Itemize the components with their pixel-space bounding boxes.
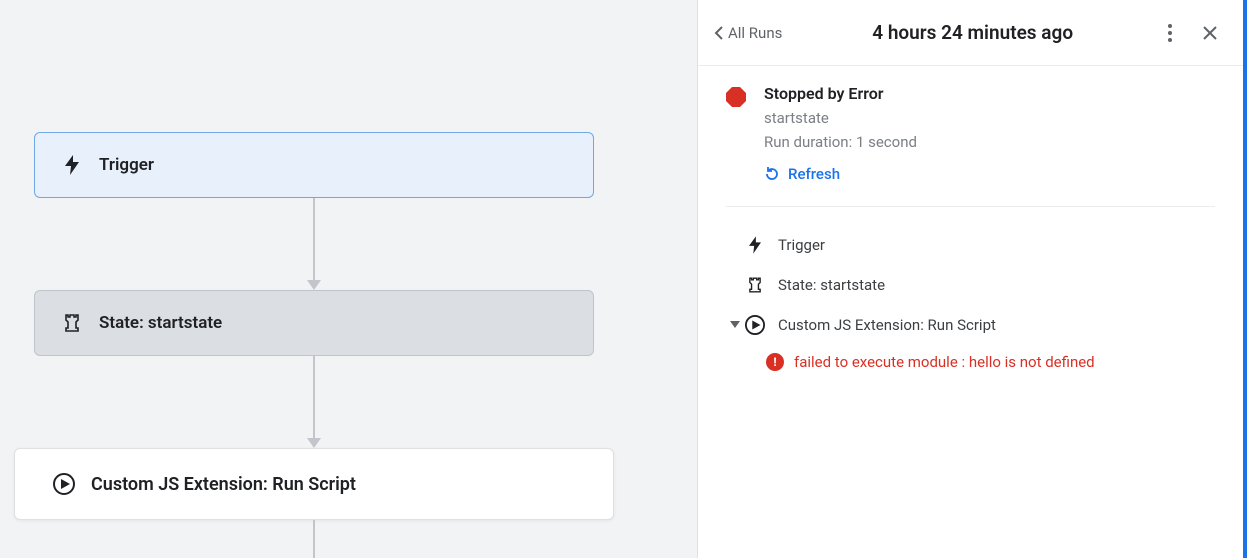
step-state[interactable]: State: startstate (726, 265, 1215, 305)
step-error-message: ! failed to execute module : hello is no… (766, 353, 1215, 371)
flow-node-trigger-label: Trigger (99, 155, 154, 175)
lightning-icon (744, 234, 766, 256)
lightning-icon (61, 154, 83, 176)
step-trigger[interactable]: Trigger (726, 225, 1215, 265)
run-timestamp-title: 4 hours 24 minutes ago (798, 21, 1147, 44)
step-state-label: State: startstate (778, 276, 885, 294)
back-link-label: All Runs (728, 24, 782, 42)
run-details-panel: All Runs 4 hours 24 minutes ago (697, 0, 1247, 558)
run-status-state: startstate (764, 109, 917, 127)
step-action-label: Custom JS Extension: Run Script (778, 316, 996, 334)
caret-down-icon (726, 321, 744, 329)
more-options-button[interactable] (1155, 18, 1185, 48)
error-octagon-icon (726, 87, 746, 107)
flow-node-action-label: Custom JS Extension: Run Script (91, 474, 356, 495)
run-status-block: Stopped by Error startstate Run duration… (726, 84, 1215, 207)
run-duration: Run duration: 1 second (764, 133, 917, 151)
refresh-label: Refresh (788, 165, 840, 183)
flow-connector (34, 520, 594, 558)
close-icon (1203, 26, 1217, 40)
play-circle-icon (53, 473, 75, 495)
error-message-text: failed to execute module : hello is not … (794, 353, 1095, 371)
run-step-list: Trigger State: startstate (726, 207, 1215, 371)
run-status-heading: Stopped by Error (764, 84, 917, 103)
flow-node-action[interactable]: Custom JS Extension: Run Script (14, 448, 614, 520)
vertical-dots-icon (1168, 24, 1172, 42)
chevron-left-icon (714, 26, 724, 40)
chess-rook-icon (61, 312, 83, 334)
flow-connector (34, 356, 594, 448)
refresh-button[interactable]: Refresh (764, 165, 840, 183)
play-circle-icon (744, 314, 766, 336)
flow-connector (34, 198, 594, 290)
step-action[interactable]: Custom JS Extension: Run Script (726, 305, 1215, 345)
back-to-all-runs[interactable]: All Runs (706, 18, 790, 48)
flow-node-trigger[interactable]: Trigger (34, 132, 594, 198)
error-badge-icon: ! (766, 353, 784, 371)
step-trigger-label: Trigger (778, 236, 825, 254)
refresh-icon (764, 166, 780, 182)
chess-rook-icon (744, 274, 766, 296)
close-panel-button[interactable] (1195, 18, 1225, 48)
flow-node-state-label: State: startstate (99, 313, 222, 333)
flow-node-state[interactable]: State: startstate (34, 290, 594, 356)
workflow-canvas[interactable]: Trigger State: startstate (0, 0, 697, 558)
